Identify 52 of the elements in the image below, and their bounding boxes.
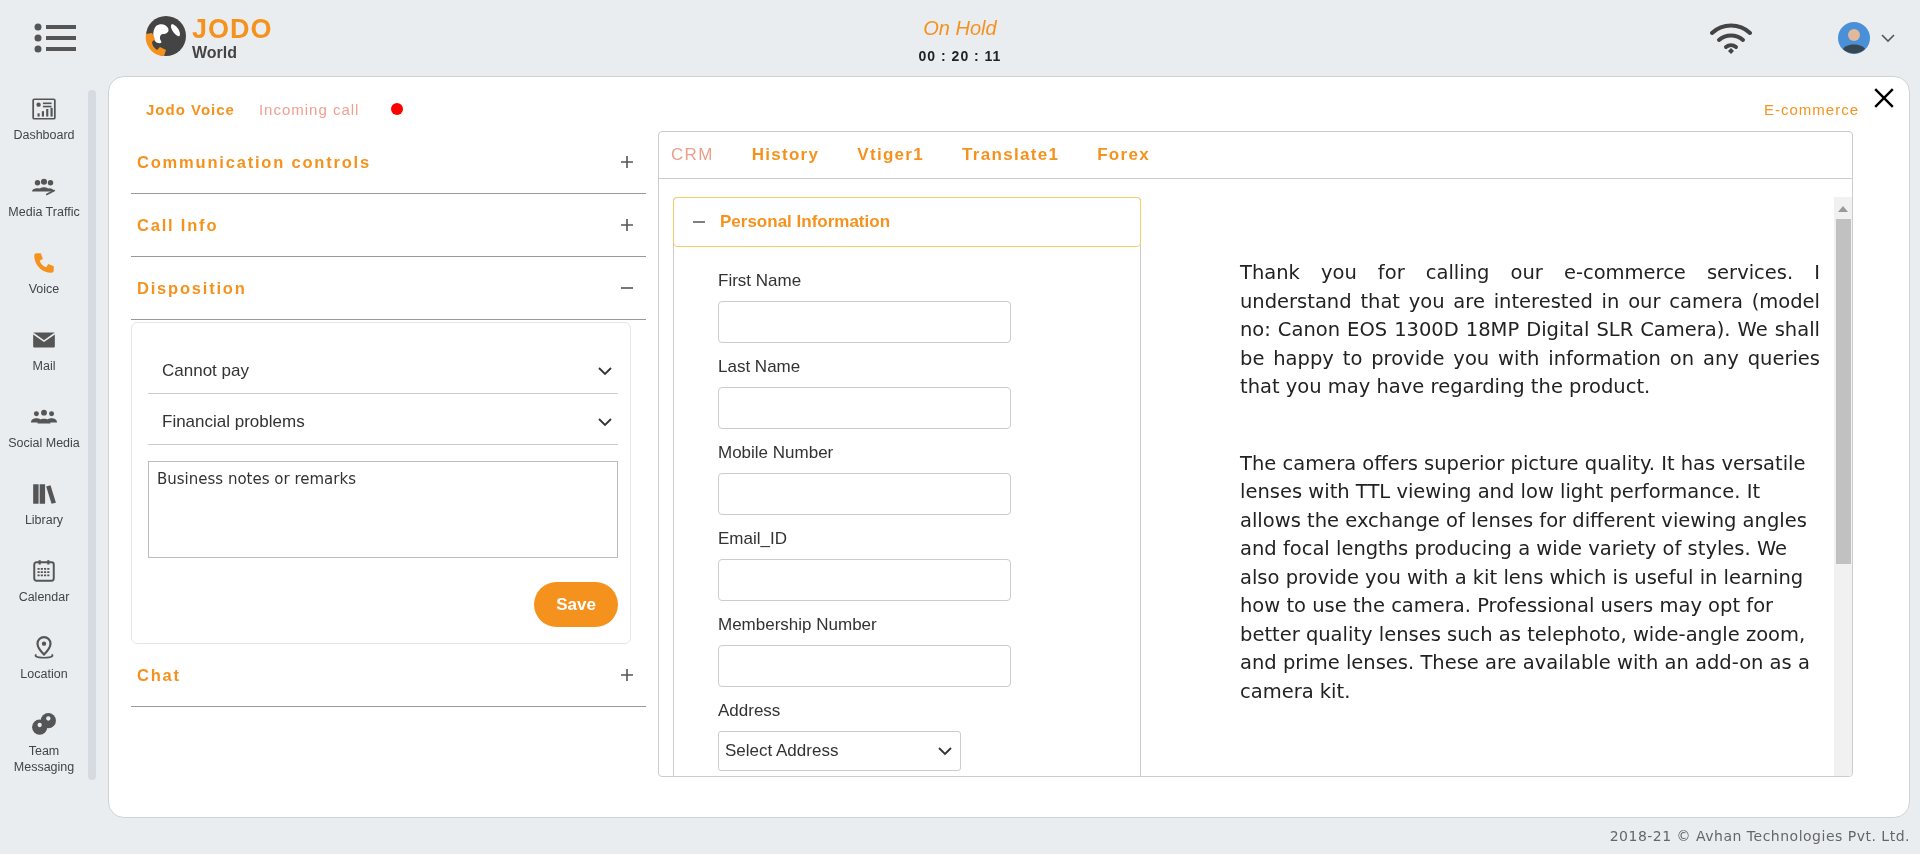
close-icon[interactable] xyxy=(1873,87,1895,109)
input-field[interactable] xyxy=(718,301,1011,343)
expand-icon[interactable] xyxy=(620,155,634,169)
input-field[interactable] xyxy=(718,559,1011,601)
sidebar-item[interactable]: Dashboard xyxy=(0,96,88,173)
scrollbar[interactable] xyxy=(1834,197,1852,776)
notes-field[interactable]: Business notes or remarks xyxy=(148,461,618,558)
brand-name: JODO xyxy=(192,15,273,43)
field-label: Last Name xyxy=(718,357,802,378)
wifi-icon xyxy=(1710,21,1752,55)
sidebar-icon xyxy=(31,712,57,738)
sidebar-item[interactable]: Media Traffic xyxy=(0,173,88,250)
category-label: E-commerce xyxy=(1764,100,1859,118)
call-timer: 00 : 20 : 11 xyxy=(918,47,1002,64)
sidebar-item[interactable]: Social Media xyxy=(0,404,88,481)
menu-icon[interactable] xyxy=(34,23,76,53)
field-label: Membership Number xyxy=(718,615,878,636)
input-field[interactable] xyxy=(718,645,1011,687)
sidebar-icon xyxy=(31,558,57,584)
sidebar-item[interactable]: Team Messaging xyxy=(0,712,88,789)
sidebar-icon xyxy=(31,481,57,507)
scroll-up-icon[interactable] xyxy=(1838,205,1848,213)
script-paragraph: Thank you for calling our e-commerce services. I understand that you are interested in our camera (model no: Canon EOS 1300D 18MP Digital SLR Camera). We shall be happy to provide you with information on any queries that you may have regarding the product. xyxy=(1240,260,1820,400)
avatar[interactable] xyxy=(1838,22,1870,54)
chevron-down-icon xyxy=(938,746,952,756)
script-paragraph: The camera offers superior picture quality. It has versatile lenses with TTL viewing and low light performance. It allows the exchange of lenses for different viewing angles and focal lengths producing a wide variety of styles. We also provide you with a kit lens which is useful in learning how to use the camera. Professional users may opt for better quality lenses such as telephoto, wide-angle zoom, and prime lenses. These are available with an add-on as a camera kit. xyxy=(1240,450,1811,705)
address-dropdown[interactable]: Select Address xyxy=(718,731,961,771)
field-label: Address xyxy=(718,701,782,722)
sidebar-icon xyxy=(31,96,57,122)
brand-subtitle: World xyxy=(192,44,239,61)
chevron-down-icon[interactable] xyxy=(1880,32,1896,44)
input-field[interactable] xyxy=(718,473,1011,515)
call-state: Incoming call xyxy=(258,100,360,118)
input-field[interactable] xyxy=(718,387,1011,429)
field-label: Mobile Number xyxy=(718,443,835,464)
dropdown[interactable]: Financial problems xyxy=(148,400,618,445)
copyright-text: 2018-21 © Avhan Technologies Pvt. Ltd. xyxy=(1609,828,1910,844)
sidebar-item[interactable]: Library xyxy=(0,481,88,558)
sidebar-item[interactable]: Location xyxy=(0,635,88,712)
chevron-down-icon xyxy=(598,417,612,427)
sidebar-item[interactable]: Calendar xyxy=(0,558,88,635)
chevron-down-icon xyxy=(598,366,612,376)
dropdown[interactable]: Cannot pay xyxy=(148,349,618,394)
field-label: Email_ID xyxy=(718,529,788,550)
expand-icon[interactable] xyxy=(620,668,634,682)
call-status: On Hold xyxy=(923,16,997,40)
sidebar-item[interactable]: Mail xyxy=(0,327,88,404)
expand-icon[interactable] xyxy=(620,218,634,232)
sidebar-icon xyxy=(31,250,57,276)
field-label: First Name xyxy=(718,271,803,292)
app-name: Jodo Voice xyxy=(146,100,235,118)
sidebar-item[interactable]: Voice xyxy=(0,250,88,327)
